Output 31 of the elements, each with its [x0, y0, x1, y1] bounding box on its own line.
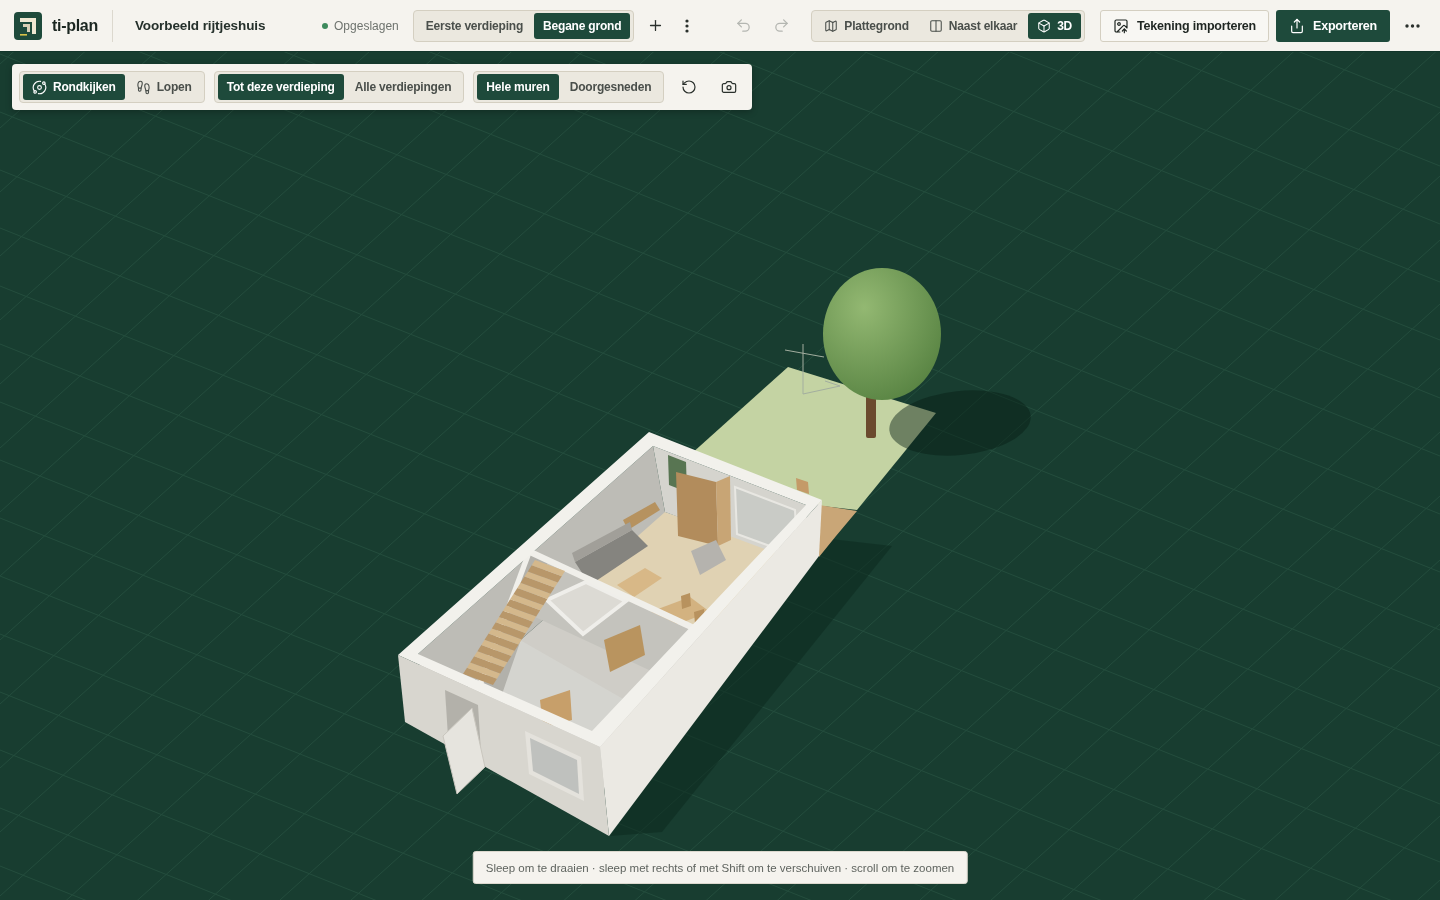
- redo-icon: [772, 17, 790, 34]
- export-button[interactable]: Exporteren: [1276, 9, 1390, 42]
- view-tab[interactable]: Naast elkaar: [919, 12, 1027, 39]
- logo-icon: [14, 11, 42, 40]
- footprints-icon: [135, 79, 151, 95]
- toggle-option[interactable]: Doorgesneden: [560, 74, 661, 100]
- project-title: Voorbeeld rijtjeshuis: [134, 18, 266, 33]
- vertical-dots-icon: [685, 18, 690, 33]
- floor-tab[interactable]: Begane grond: [534, 12, 631, 39]
- app-name: ti-plan: [52, 16, 98, 35]
- toggle-option[interactable]: Lopen: [126, 74, 201, 100]
- split-view-icon: [928, 18, 943, 33]
- undo-icon: [734, 17, 752, 34]
- import-drawing-button[interactable]: Tekening importeren: [1100, 9, 1269, 42]
- rotate-left-icon: [681, 79, 698, 95]
- image-upload-icon: [1113, 17, 1130, 34]
- horizontal-dots-icon: [1404, 23, 1420, 28]
- upload-icon: [1289, 17, 1305, 34]
- toggle-option[interactable]: Alle verdiepingen: [345, 74, 461, 100]
- map-icon: [824, 18, 839, 33]
- status-label: Opgeslagen: [334, 18, 399, 33]
- view-tab[interactable]: Plattegrond: [815, 12, 918, 39]
- camera-icon: [721, 79, 738, 95]
- cube-icon: [1037, 18, 1052, 33]
- toggle-option[interactable]: Tot deze verdieping: [217, 74, 344, 100]
- floor-tab[interactable]: Eerste verdieping: [416, 12, 533, 39]
- hint-banner: Sleep om te draaien · sleep met rechts of met Shift om te verschuiven · scroll om te zoomen: [472, 851, 968, 884]
- toggle-option[interactable]: Rondkijken: [23, 74, 125, 100]
- view-tab[interactable]: 3D: [1028, 12, 1082, 39]
- orbit-icon: [32, 79, 47, 95]
- toggle-option[interactable]: Hele muren: [477, 74, 559, 100]
